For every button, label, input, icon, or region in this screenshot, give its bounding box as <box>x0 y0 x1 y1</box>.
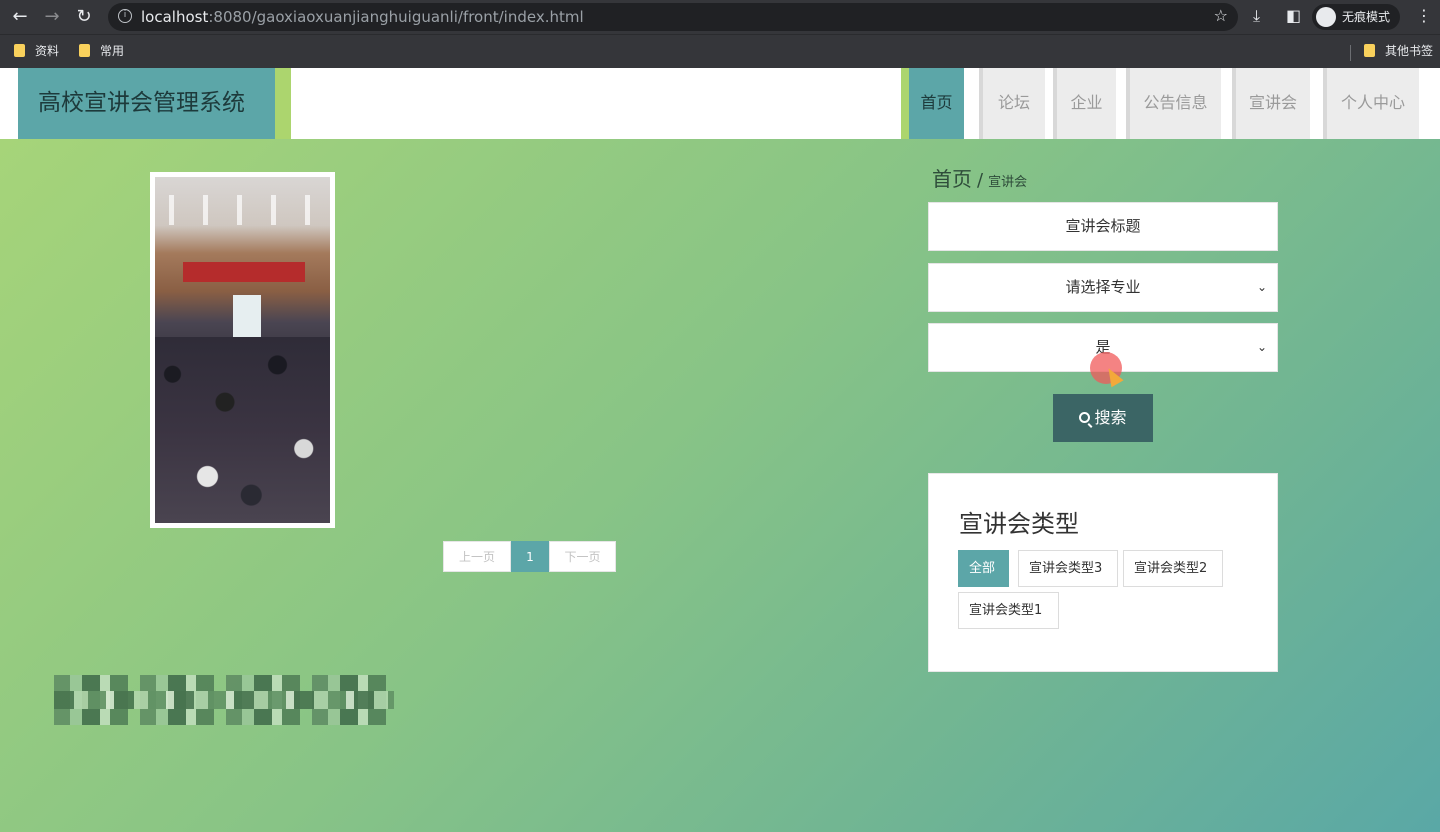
site-title[interactable]: 高校宣讲会管理系统 <box>18 68 275 139</box>
browser-toolbar: ← → ↻ i localhost:8080/gaoxiaoxuanjiangh… <box>0 0 1440 34</box>
other-bookmarks[interactable]: 其他书签 <box>1364 43 1433 59</box>
address-bar[interactable]: i localhost:8080/gaoxiaoxuanjianghuiguan… <box>108 3 1238 31</box>
major-select[interactable]: 请选择专业 ⌄ <box>928 263 1278 312</box>
breadcrumb: 首页 / 宣讲会 <box>932 167 1028 191</box>
next-page-button[interactable]: 下一页 <box>549 541 616 572</box>
nav-presentations[interactable]: 宣讲会 <box>1232 68 1310 139</box>
bookmark-folder[interactable]: 资料 <box>14 43 59 59</box>
incognito-badge[interactable]: 无痕模式 <box>1312 4 1401 30</box>
type-filter-title: 宣讲会类型 <box>959 510 1079 538</box>
search-icon <box>1079 412 1091 423</box>
bookmark-star-icon[interactable]: ☆ <box>1214 6 1228 25</box>
menu-kebab-icon[interactable]: ⋮ <box>1416 6 1432 25</box>
presentation-card[interactable] <box>150 172 335 528</box>
title-search-input[interactable]: 宣讲会标题 <box>928 202 1278 251</box>
folder-icon <box>1364 44 1375 57</box>
prev-page-button[interactable]: 上一页 <box>443 541 511 572</box>
nav-company[interactable]: 企业 <box>1053 68 1116 139</box>
bookmark-separator <box>1350 45 1351 61</box>
chevron-down-icon: ⌄ <box>1256 280 1267 294</box>
page-number[interactable]: 1 <box>511 541 549 572</box>
reload-icon[interactable]: ↻ <box>72 5 96 29</box>
folder-icon <box>79 44 90 57</box>
type-tag-1[interactable]: 宣讲会类型1 <box>958 592 1059 629</box>
site-info-icon[interactable]: i <box>118 9 132 23</box>
nav-user-center[interactable]: 个人中心 <box>1323 68 1419 139</box>
breadcrumb-current: 宣讲会 <box>988 175 1028 190</box>
chevron-down-icon: ⌄ <box>1256 340 1267 354</box>
decorative-strip <box>275 68 291 139</box>
search-button[interactable]: 搜索 <box>1053 394 1153 442</box>
site-header: 高校宣讲会管理系统 首页 论坛 企业 公告信息 宣讲会 个人中心 <box>0 68 1440 139</box>
download-icon[interactable]: ⤓ <box>1253 6 1260 26</box>
type-tag-all[interactable]: 全部 <box>958 550 1009 587</box>
bookmarks-bar: 资料 常用 其他书签 <box>0 34 1440 68</box>
side-panel-icon[interactable]: ◧ <box>1286 6 1301 25</box>
type-tag-3[interactable]: 宣讲会类型3 <box>1018 550 1118 587</box>
type-tag-2[interactable]: 宣讲会类型2 <box>1123 550 1223 587</box>
decorative-strip <box>901 68 909 139</box>
back-arrow-icon[interactable]: ← <box>8 5 32 29</box>
address-url: localhost:8080/gaoxiaoxuanjianghuiguanli… <box>141 8 584 26</box>
type-filter-card: 宣讲会类型 全部 宣讲会类型3 宣讲会类型2 宣讲会类型1 <box>928 473 1278 672</box>
redacted-watermark <box>54 675 394 725</box>
nav-forum[interactable]: 论坛 <box>979 68 1045 139</box>
folder-icon <box>14 44 25 57</box>
incognito-icon <box>1316 6 1336 27</box>
main-content: 上一页 1 下一页 首页 / 宣讲会 宣讲会标题 请选择专业 ⌄ 是 ⌄ 搜索 宣讲… <box>0 139 1440 832</box>
presentation-photo <box>155 177 330 523</box>
breadcrumb-home[interactable]: 首页 <box>932 167 972 191</box>
nav-announcements[interactable]: 公告信息 <box>1126 68 1221 139</box>
nav-home[interactable]: 首页 <box>909 68 964 139</box>
forward-arrow-icon[interactable]: → <box>40 5 64 29</box>
bookmark-folder[interactable]: 常用 <box>79 43 124 59</box>
